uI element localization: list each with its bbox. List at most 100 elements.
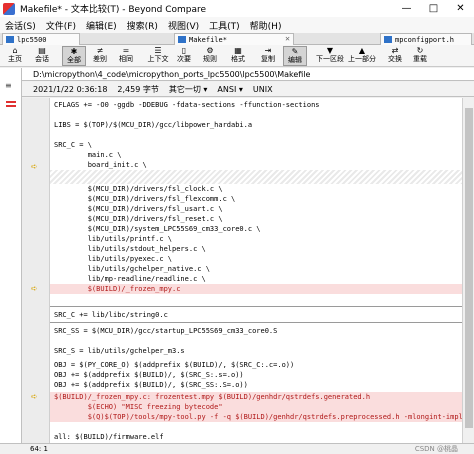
diff-arrow-icon[interactable]: ➪ — [31, 392, 38, 402]
code-line: SRC_S = lib/utils/gchelper_m3.s — [54, 347, 185, 355]
code-line: SRC_C = \ — [54, 141, 92, 149]
reload-icon: ↻ — [416, 46, 424, 55]
text-compare-icon — [384, 36, 392, 43]
home-icon: ⌂ — [12, 46, 18, 55]
show-same-button[interactable]: = 相同 — [114, 46, 138, 66]
menu-view[interactable]: 视图(V) — [163, 19, 204, 32]
menu-bar: 会话(S) 文件(F) 编辑(E) 搜索(R) 视图(V) 工具(T) 帮助(H… — [0, 17, 474, 33]
copy-button[interactable]: ⇥ 复制 — [256, 46, 280, 66]
edit-button[interactable]: ✎ 编辑 — [283, 46, 307, 66]
code-line: $(MCU_DIR)/drivers/fsl_usart.c \ — [54, 205, 223, 213]
status-bar: 64: 1 CSDN @桃晶 — [0, 443, 474, 454]
changed-line: $(BUILD)/_frozen_mpy.c — [50, 284, 462, 294]
minimize-button[interactable]: — — [393, 0, 420, 17]
vertical-scrollbar[interactable] — [462, 98, 474, 443]
rules-button[interactable]: ⚙ 规则 — [198, 46, 222, 66]
tab-mpconfigport[interactable]: mpconfigport.h — [380, 33, 472, 45]
reload-button[interactable]: ↻ 重载 — [408, 46, 432, 66]
watermark: CSDN @桃晶 — [414, 445, 458, 453]
same-icon: = — [122, 46, 130, 55]
toolbar: ⌂ 主页 ▤ 会话 ✱ 全部 ≠ 差别 = 相同 ☰ 上下文 ▯ 次要 ⚙ 规则… — [0, 45, 474, 67]
section-divider — [50, 322, 462, 323]
beyond-compare-logo-icon — [3, 2, 15, 15]
code-line: $(MCU_DIR)/drivers/fsl_reset.c \ — [54, 215, 223, 223]
code-line: main.c \ — [54, 151, 122, 159]
editor-pane[interactable]: ➪ ➪ ➪ CFLAGS += -O0 -ggdb -DDEBUG -fdata… — [22, 98, 474, 443]
file-datetime: 2021/1/22 0:36:18 — [33, 84, 108, 94]
tab-bar: lpc5500 Makefile* ✕ mpconfigport.h — [0, 33, 474, 45]
tab-makefile[interactable]: Makefile* ✕ — [174, 33, 294, 45]
minor-icon: ▯ — [181, 46, 187, 55]
code-line: $(MCU_DIR)/drivers/fsl_clock.c \ — [54, 185, 223, 193]
encoding-dropdown[interactable]: ANSI ▾ — [217, 85, 242, 94]
diff-icon: ≠ — [96, 46, 104, 55]
menu-help[interactable]: 帮助(H) — [245, 19, 287, 32]
changed-line: $(BUILD)/_frozen_mpy.c: frozentest.mpy $… — [50, 392, 462, 402]
diff-overview-strip[interactable]: ≡ — [0, 68, 22, 443]
code-line: lib/utils/stdout_helpers.c \ — [54, 245, 206, 253]
diff-arrow-icon[interactable]: ➪ — [31, 162, 38, 172]
pane-menu-icon[interactable]: ≡ — [5, 82, 12, 90]
diff-arrow-icon[interactable]: ➪ — [31, 284, 38, 294]
scrollbar-thumb[interactable] — [465, 108, 473, 428]
changed-line: $(ECHO) "MISC freezing bytecode" — [50, 402, 462, 412]
code-line: CFLAGS += -O0 -ggdb -DDEBUG -fdata-secti… — [54, 101, 320, 109]
context-icon: ☰ — [154, 46, 162, 55]
diff-marker — [6, 101, 16, 103]
menu-tools[interactable]: 工具(T) — [204, 19, 245, 32]
close-button[interactable]: ✕ — [447, 0, 474, 17]
tab-lpc5500[interactable]: lpc5500 — [2, 33, 80, 45]
copy-icon: ⇥ — [264, 46, 272, 55]
prev-section-icon: ▲ — [358, 46, 366, 55]
prev-section-button[interactable]: ▲ 上一部分 — [348, 46, 376, 66]
file-info-bar: 2021/1/22 0:36:18 2,459 字节 其它一切 ▾ ANSI ▾… — [22, 82, 474, 97]
session-button[interactable]: ▤ 会话 — [30, 46, 54, 66]
line-ending-dropdown[interactable]: UNIX — [253, 85, 273, 94]
code-line: lib/utils/printf.c \ — [54, 235, 173, 243]
section-divider — [50, 306, 462, 307]
code-line: OBJ = $(PY_CORE_O) $(addprefix $(BUILD)/… — [54, 361, 295, 369]
code-line: all: $(BUILD)/firmware.elf — [54, 433, 164, 441]
menu-edit[interactable]: 编辑(E) — [81, 19, 122, 32]
code-area[interactable]: CFLAGS += -O0 -ggdb -DDEBUG -fdata-secti… — [50, 98, 462, 443]
menu-search[interactable]: 搜索(R) — [122, 19, 163, 32]
tab-label: lpc5500 — [17, 35, 47, 44]
code-line: $(MCU_DIR)/drivers/fsl_flexcomm.c \ — [54, 195, 236, 203]
format-icon: ▦ — [234, 46, 242, 55]
text-compare-icon — [178, 36, 186, 43]
code-line: LIBS = $(TOP)/$(MCU_DIR)/gcc/libpower_ha… — [54, 121, 253, 129]
cursor-position: 64: 1 — [30, 445, 48, 453]
next-section-icon: ▼ — [326, 46, 334, 55]
code-line: $(MCU_DIR)/system_LPC55S69_cm33_core0.c … — [54, 225, 261, 233]
menu-session[interactable]: 会话(S) — [0, 19, 41, 32]
file-size: 2,459 字节 — [117, 84, 159, 94]
code-line: lib/mp-readline/readline.c \ — [54, 275, 206, 283]
missing-line-placeholder — [50, 170, 462, 184]
close-icon[interactable]: ✕ — [285, 34, 290, 43]
diff-marker — [6, 105, 16, 107]
code-line: SRC_SS = $(MCU_DIR)/gcc/startup_LPC55S69… — [54, 327, 278, 335]
next-section-button[interactable]: ▼ 下一区段 — [316, 46, 344, 66]
changed-line: $(Q)$(TOP)/tools/mpy-tool.py -f -q $(BUI… — [50, 412, 462, 422]
other-dropdown[interactable]: 其它一切 ▾ — [169, 84, 208, 95]
menu-file[interactable]: 文件(F) — [41, 19, 81, 32]
session-icon: ▤ — [38, 46, 46, 55]
tab-label: mpconfigport.h — [395, 35, 455, 44]
code-line: board_init.c \ — [54, 161, 147, 169]
format-button[interactable]: ▦ 格式 — [226, 46, 250, 66]
folder-compare-icon — [6, 36, 14, 43]
code-line: OBJ += $(addprefix $(BUILD)/, $(SRC_SS:.… — [54, 381, 248, 389]
swap-icon: ⇄ — [391, 46, 399, 55]
code-line: SRC_C += lib/libc/string0.c — [54, 311, 168, 319]
tab-label: Makefile* — [189, 35, 227, 44]
all-icon: ✱ — [70, 47, 78, 56]
maximize-button[interactable]: □ — [420, 0, 447, 17]
file-path[interactable]: D:\micropython\4_code\micropython_ports_… — [22, 68, 474, 81]
code-line: lib/utils/pyexec.c \ — [54, 255, 173, 263]
code-line: OBJ += $(addprefix $(BUILD)/, $(SRC_S:.s… — [54, 371, 244, 379]
title-bar: Makefile* - 文本比较(T) - Beyond Compare — □… — [0, 0, 474, 17]
